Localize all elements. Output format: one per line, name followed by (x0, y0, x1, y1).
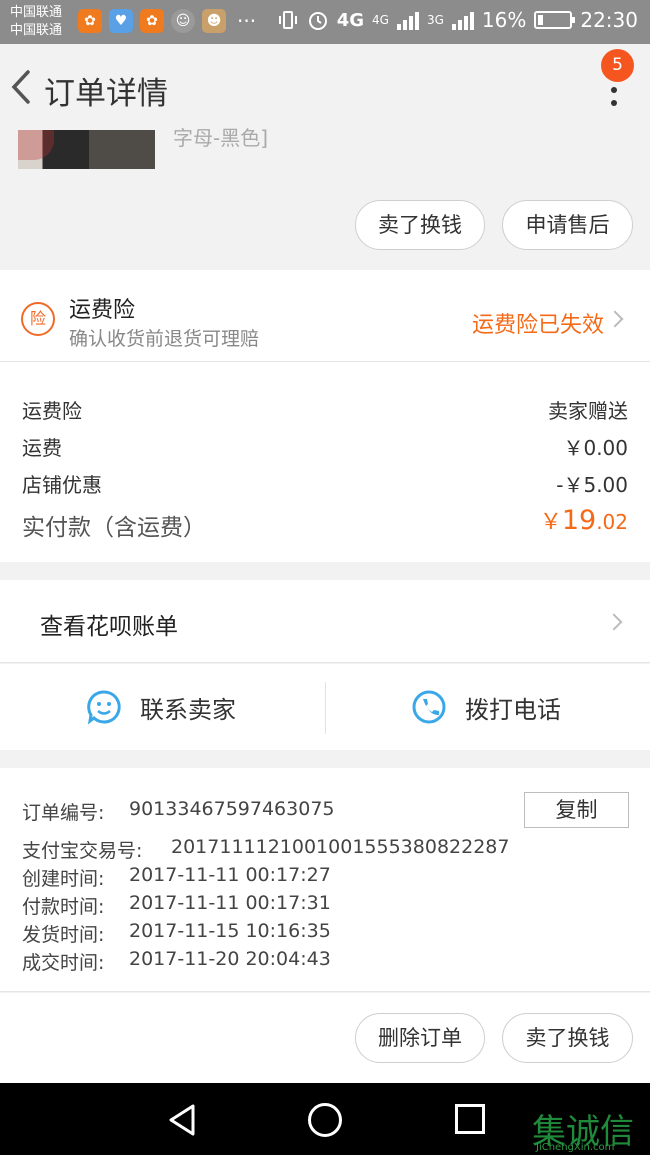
copy-button[interactable]: 复制 (524, 792, 629, 828)
completed-time-value: 2017-11-20 20:04:43 (129, 948, 331, 970)
network-type-2: 4G (372, 13, 389, 27)
battery-icon (534, 11, 576, 29)
notification-icons: ✿ ♥ ✿ ☺ ☻ ··· (78, 9, 256, 33)
phone-icon (412, 690, 446, 724)
alarm-icon (308, 12, 327, 30)
vibrate-icon (278, 11, 297, 29)
uc-browser-icon-2: ✿ (140, 9, 164, 33)
nav-back-icon[interactable] (167, 1103, 197, 1137)
system-indicators: 4G 4G 3G 16% 22:30 (277, 8, 638, 32)
created-time-label: 创建时间: (22, 868, 105, 890)
fee-row-shipping: 运费 ￥0.00 (22, 432, 628, 461)
app-header: 订单详情 (0, 44, 650, 130)
contact-seller-label: 联系卖家 (140, 695, 236, 724)
page-title: 订单详情 (44, 76, 168, 112)
network-type-1: 4G (336, 9, 365, 31)
shipped-time-value: 2017-11-15 10:16:35 (129, 920, 331, 942)
contact-seller-button[interactable]: 联系卖家 (86, 664, 236, 750)
shipping-insurance-row[interactable]: 险 运费险 确认收货前退货可理赔 运费险已失效 (0, 270, 650, 362)
fee-value: -￥5.00 (556, 473, 628, 497)
order-number-line: 订单编号: 90133467597463075 (22, 798, 335, 825)
nav-home-icon[interactable] (308, 1103, 342, 1137)
fee-summary: 运费险 卖家赠送 运费 ￥0.00 店铺优惠 -￥5.00 实付款（含运费） ￥… (0, 362, 650, 562)
more-notifications-icon: ··· (237, 9, 257, 33)
total-integer: 19 (561, 505, 597, 536)
huabei-bill-row[interactable]: 查看花呗账单 (0, 580, 650, 663)
fee-label: 店铺优惠 (22, 473, 102, 497)
fee-label: 运费 (22, 436, 62, 460)
product-sku: 字母-黑色] (173, 126, 269, 150)
chevron-right-icon (605, 613, 623, 631)
health-app-icon: ♥ (109, 9, 133, 33)
alipay-trade-line: 支付宝交易号: 2017111121001001555380822287 (22, 836, 509, 863)
insurance-status: 运费险已失效 (471, 313, 604, 338)
order-number-label: 订单编号: (22, 802, 105, 824)
product-thumbnail[interactable] (18, 130, 155, 169)
completed-time-label: 成交时间: (22, 952, 105, 974)
total-decimal: .02 (596, 510, 628, 534)
sell-for-cash-button[interactable]: 卖了换钱 (355, 200, 485, 250)
photo-avatar-icon: ☻ (202, 9, 226, 33)
insurance-icon: 险 (21, 302, 55, 336)
order-info-section: 订单编号: 90133467597463075 复制 支付宝交易号: 20171… (0, 768, 650, 992)
chevron-right-icon (606, 310, 624, 328)
fee-value: 卖家赠送 (548, 399, 628, 423)
fee-row-insurance: 运费险 卖家赠送 (22, 395, 628, 424)
sell-for-cash-button-bottom[interactable]: 卖了换钱 (502, 1013, 633, 1063)
nav-recent-apps-icon[interactable] (455, 1104, 485, 1134)
alipay-trade-value: 2017111121001001555380822287 (171, 836, 510, 858)
carrier-labels: 中国联通 中国联通 (10, 4, 62, 40)
shipped-time-label: 发货时间: (22, 924, 105, 946)
signal-icon-2 (451, 10, 474, 30)
total-currency: ￥ (539, 510, 562, 535)
call-phone-button[interactable]: 拨打电话 (411, 664, 561, 750)
created-time-line: 创建时间: 2017-11-11 00:17:27 (22, 864, 331, 891)
call-phone-label: 拨打电话 (465, 695, 561, 724)
uc-browser-icon: ✿ (78, 9, 102, 33)
product-section: 字母-黑色] 卖了换钱 申请售后 (0, 126, 650, 270)
insurance-subtitle: 确认收货前退货可理赔 (69, 328, 260, 350)
contact-avatar-icon: ☺ (171, 9, 195, 33)
notification-badge: 5 (601, 49, 634, 82)
battery-percent: 16% (481, 8, 527, 32)
fee-value: ￥0.00 (563, 436, 628, 460)
total-paid-row: 实付款（含运费） ￥19.02 (22, 505, 628, 542)
paid-time-value: 2017-11-11 00:17:31 (129, 892, 331, 914)
contact-divider (325, 682, 326, 734)
network-type-3: 3G (426, 13, 444, 27)
fee-label: 运费险 (22, 399, 82, 423)
clock: 22:30 (580, 8, 638, 32)
carrier-2: 中国联通 (10, 23, 63, 38)
signal-icon (396, 10, 419, 30)
carrier-1: 中国联通 (10, 5, 63, 20)
huabei-label: 查看花呗账单 (40, 614, 178, 640)
delete-order-button[interactable]: 删除订单 (355, 1013, 485, 1063)
paid-time-line: 付款时间: 2017-11-11 00:17:31 (22, 892, 331, 919)
paid-time-label: 付款时间: (22, 896, 105, 918)
order-number-value: 90133467597463075 (129, 798, 335, 820)
total-amount: ￥19.02 (540, 504, 628, 536)
apply-after-sale-button[interactable]: 申请售后 (502, 200, 633, 250)
bottom-actions: 删除订单 卖了换钱 (0, 993, 650, 1083)
watermark-url: JiChengXin.com (536, 1142, 615, 1153)
created-time-value: 2017-11-11 00:17:27 (129, 864, 331, 886)
back-arrow-icon[interactable] (8, 64, 38, 110)
insurance-title: 运费险 (69, 298, 136, 323)
shipped-time-line: 发货时间: 2017-11-15 10:16:35 (22, 920, 331, 947)
status-bar: 中国联通 中国联通 ✿ ♥ ✿ ☺ ☻ ··· 4G 4G 3G 16% 22:… (0, 0, 650, 44)
chat-bubble-icon (87, 690, 121, 725)
fee-row-discount: 店铺优惠 -￥5.00 (22, 469, 628, 498)
alipay-trade-label: 支付宝交易号: (22, 840, 143, 862)
completed-time-line: 成交时间: 2017-11-20 20:04:43 (22, 948, 331, 975)
contact-row: 联系卖家 拨打电话 (0, 664, 650, 750)
total-label: 实付款（含运费） (22, 515, 206, 541)
